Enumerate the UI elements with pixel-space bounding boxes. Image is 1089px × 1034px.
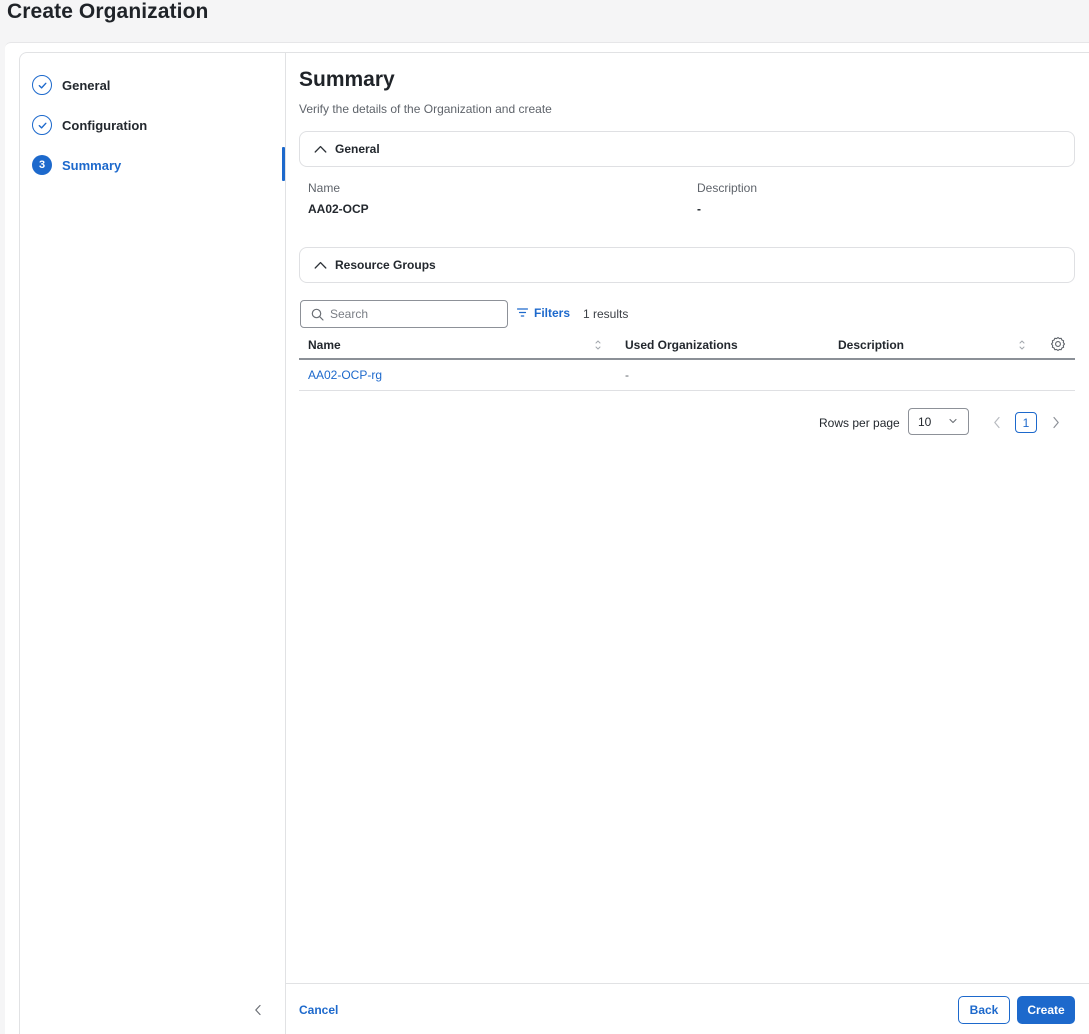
chevron-up-icon (314, 258, 328, 272)
current-page-button[interactable]: 1 (1015, 412, 1037, 433)
sort-icon[interactable] (1018, 339, 1026, 351)
cancel-button[interactable]: Cancel (299, 1003, 338, 1017)
column-header-name[interactable]: Name (308, 338, 341, 352)
search-input[interactable] (330, 307, 490, 321)
resource-group-name-link[interactable]: AA02-OCP-rg (308, 368, 382, 382)
next-page-button[interactable] (1049, 413, 1063, 431)
used-organizations-cell: - (625, 368, 629, 382)
chevron-left-icon (994, 416, 1000, 428)
chevron-right-icon (1053, 416, 1059, 428)
active-step-indicator (282, 147, 285, 181)
description-label: Description (697, 181, 758, 195)
table-row-divider (299, 390, 1075, 391)
chevron-up-icon (314, 142, 328, 156)
name-label: Name (308, 181, 341, 195)
step-general[interactable]: General (32, 74, 110, 96)
resource-groups-section-toggle[interactable]: Resource Groups (299, 247, 1075, 283)
search-icon (311, 308, 324, 321)
footer-divider (286, 983, 1089, 984)
collapse-sidebar-button[interactable] (249, 999, 267, 1021)
section-title: Summary (299, 68, 395, 91)
section-header-label: Resource Groups (335, 258, 436, 272)
create-button[interactable]: Create (1017, 996, 1075, 1024)
column-settings-icon[interactable] (1050, 336, 1066, 352)
step-number-badge: 3 (32, 155, 52, 175)
filter-icon (517, 307, 528, 319)
check-circle-icon (32, 115, 52, 135)
step-label: Configuration (62, 117, 148, 133)
previous-page-button[interactable] (990, 413, 1004, 431)
chevron-left-icon (255, 1004, 261, 1016)
check-circle-icon (32, 75, 52, 95)
results-count: 1 results (583, 307, 629, 321)
step-label: General (62, 77, 111, 93)
filters-label: Filters (534, 306, 571, 320)
description-value: - (697, 202, 701, 216)
step-configuration[interactable]: Configuration (32, 114, 147, 136)
search-field[interactable] (300, 300, 508, 328)
step-summary[interactable]: 3 Summary (32, 154, 121, 176)
rows-per-page-value: 10 (918, 414, 932, 429)
step-label: Summary (62, 157, 122, 173)
filters-button[interactable]: Filters (517, 306, 570, 320)
wizard-stepper: General Configuration 3 Summary (19, 52, 286, 1034)
section-header-label: General (335, 142, 380, 156)
chevron-down-icon (948, 416, 958, 426)
rows-per-page-select[interactable]: 10 (908, 408, 969, 435)
general-section-toggle[interactable]: General (299, 131, 1075, 167)
section-subtitle: Verify the details of the Organization a… (299, 102, 552, 116)
column-header-description[interactable]: Description (838, 338, 904, 352)
page-title: Create Organization (7, 0, 209, 23)
table-header-divider (299, 358, 1075, 360)
back-button[interactable]: Back (958, 996, 1010, 1024)
name-value: AA02-OCP (308, 202, 369, 216)
rows-per-page-label: Rows per page (819, 416, 900, 430)
sort-icon[interactable] (594, 339, 602, 351)
column-header-used-organizations[interactable]: Used Organizations (625, 338, 738, 352)
